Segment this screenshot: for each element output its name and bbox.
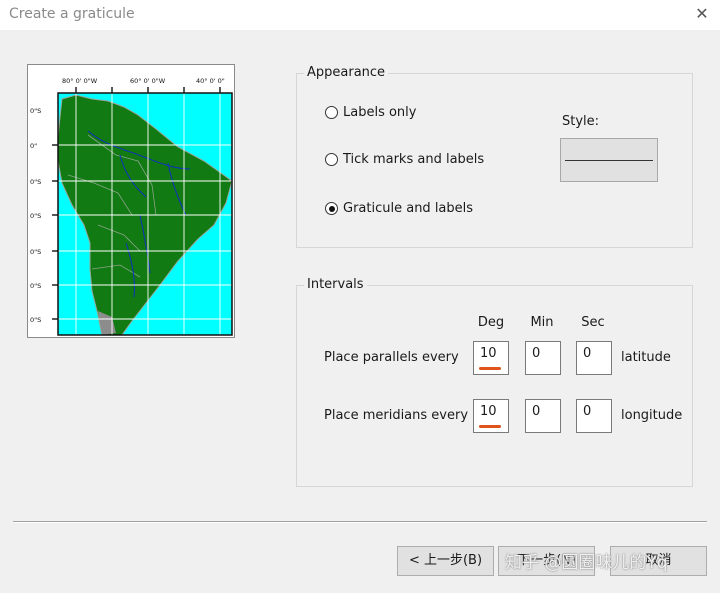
field-value: 10: [480, 404, 497, 419]
meridians-min-input[interactable]: 0: [525, 399, 561, 433]
highlight-underline: [479, 425, 501, 428]
field-value: 0: [583, 346, 592, 361]
latitude-label: latitude: [621, 350, 671, 365]
meridians-label: Place meridians every: [324, 408, 469, 423]
intervals-legend: Intervals: [304, 277, 367, 292]
left-label: 0"S: [30, 212, 41, 220]
window-title: Create a graticule: [9, 6, 135, 22]
style-preview-button[interactable]: [560, 138, 658, 182]
deg-header: Deg: [477, 315, 505, 330]
highlight-underline: [479, 367, 501, 370]
next-button[interactable]: 下一步(N): [498, 546, 595, 576]
field-value: 0: [532, 346, 541, 361]
appearance-legend: Appearance: [304, 65, 389, 80]
close-icon[interactable]: ✕: [690, 3, 714, 25]
line-style-sample: [565, 160, 653, 161]
left-label: 0"S: [30, 282, 41, 290]
left-label: 0"S: [30, 178, 41, 186]
parallels-min-input[interactable]: 0: [525, 341, 561, 375]
title-bar: Create a graticule ✕: [0, 0, 720, 30]
left-label: 0"S: [30, 248, 41, 256]
style-label: Style:: [562, 114, 600, 129]
radio-button-selected[interactable]: [325, 202, 338, 215]
left-label: 0"S: [30, 316, 41, 324]
cancel-button[interactable]: 取消: [610, 546, 707, 576]
radio-labels-only[interactable]: Labels only: [325, 105, 416, 120]
footer-divider-highlight: [13, 522, 707, 523]
min-header: Min: [530, 315, 554, 330]
south-america-map: 80° 0' 0"W 60° 0' 0"W 40° 0' 0" 0"S 0" 0…: [30, 77, 233, 336]
back-button[interactable]: < 上一步(B): [397, 546, 494, 576]
meridians-sec-input[interactable]: 0: [576, 399, 612, 433]
field-value: 0: [532, 404, 541, 419]
radio-tick-marks-and-labels[interactable]: Tick marks and labels: [325, 152, 484, 167]
left-label: 0": [30, 142, 37, 150]
parallels-label: Place parallels every: [324, 350, 459, 365]
top-label: 60° 0' 0"W: [130, 77, 166, 85]
radio-button[interactable]: [325, 153, 338, 166]
field-value: 10: [480, 346, 497, 361]
appearance-group: Appearance Labels only Tick marks and la…: [296, 65, 693, 248]
top-label: 40° 0' 0": [196, 77, 225, 85]
sec-header: Sec: [581, 315, 605, 330]
radio-label: Tick marks and labels: [343, 152, 485, 167]
radio-graticule-and-labels[interactable]: Graticule and labels: [325, 201, 473, 216]
field-value: 0: [583, 404, 592, 419]
radio-label: Graticule and labels: [343, 201, 474, 216]
intervals-group: Intervals Deg Min Sec Place parallels ev…: [296, 277, 693, 487]
graticule-preview: 80° 0' 0"W 60° 0' 0"W 40° 0' 0" 0"S 0" 0…: [27, 64, 235, 338]
top-label: 80° 0' 0"W: [62, 77, 98, 85]
left-label: 0"S: [30, 107, 41, 115]
meridians-deg-input[interactable]: 10: [473, 399, 509, 433]
radio-button[interactable]: [325, 106, 338, 119]
parallels-deg-input[interactable]: 10: [473, 341, 509, 375]
radio-label: Labels only: [343, 105, 417, 120]
parallels-sec-input[interactable]: 0: [576, 341, 612, 375]
longitude-label: longitude: [621, 408, 683, 423]
